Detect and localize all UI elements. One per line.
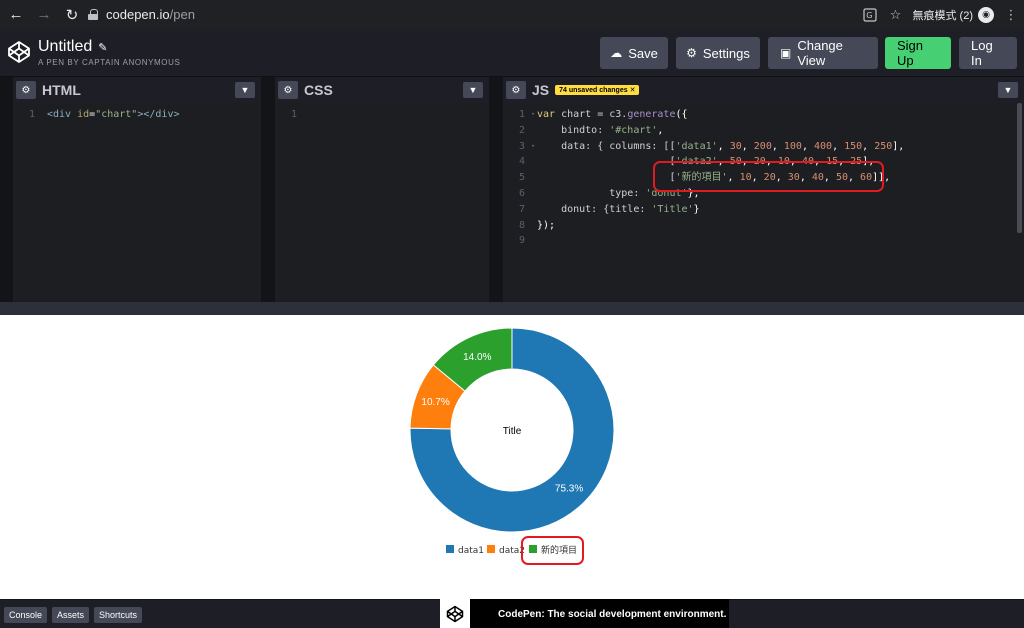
- legend-label-0: data1: [458, 546, 484, 556]
- legend-swatch-0: [446, 545, 454, 553]
- html-chevron-down-icon[interactable]: ▼: [235, 82, 255, 98]
- preview-pane: 75.3% 10.7% 14.0% Title data1 data2 新的項目: [0, 315, 1024, 599]
- css-pane-header: ⚙ CSS ▼: [275, 77, 489, 103]
- pen-title-text: Untitled: [38, 38, 93, 55]
- translate-icon[interactable]: G: [857, 2, 883, 28]
- assets-button[interactable]: Assets: [52, 607, 90, 623]
- css-pane-title: CSS: [304, 82, 333, 98]
- lock-icon: [88, 9, 98, 20]
- legend-highlight-annotation: [521, 536, 584, 565]
- codepen-header: Untitled ✎ A PEN BY CAPTAIN ANONYMOUS ☁ …: [0, 29, 1024, 77]
- pen-author: A PEN BY CAPTAIN ANONYMOUS: [38, 58, 181, 67]
- incognito-label: 無痕模式 (2): [912, 9, 974, 22]
- layout-icon: ▣: [780, 46, 792, 60]
- resize-divider[interactable]: [0, 302, 1024, 315]
- cloud-icon: ☁: [610, 46, 623, 60]
- codepen-logo-icon[interactable]: [7, 40, 31, 64]
- css-settings-gear-icon[interactable]: ⚙: [278, 81, 298, 99]
- js-chevron-down-icon[interactable]: ▼: [998, 82, 1018, 98]
- donut-chart: 75.3%10.7%14.0% Title data1 data2 新的項目: [409, 327, 615, 556]
- url-path: /pen: [169, 7, 195, 22]
- css-editor-pane: ⚙ CSS ▼ 1: [275, 77, 489, 302]
- forward-arrow-icon[interactable]: →: [32, 3, 56, 27]
- pencil-icon[interactable]: ✎: [98, 41, 107, 54]
- shortcuts-button[interactable]: Shortcuts: [94, 607, 143, 623]
- legend-item-0[interactable]: data1: [446, 545, 484, 556]
- change-view-label: Change View: [797, 38, 843, 68]
- change-view-button[interactable]: ▣ Change View: [768, 37, 878, 69]
- incognito-avatar-icon: ◉: [978, 6, 994, 23]
- login-label: Log In: [971, 38, 993, 68]
- close-icon[interactable]: ✕: [630, 87, 636, 94]
- settings-button-label: Settings: [702, 45, 750, 61]
- save-button-label: Save: [628, 45, 658, 61]
- svg-text:G: G: [866, 11, 872, 20]
- code-highlight-annotation: [653, 161, 884, 192]
- browser-toolbar: ← → ↻ codepen.io/pen G ☆ 無痕模式 (2) ◉ ⋮: [0, 0, 1024, 29]
- back-arrow-icon[interactable]: ←: [4, 3, 28, 27]
- gear-icon: ⚙: [686, 46, 697, 60]
- css-code[interactable]: 1: [275, 107, 489, 123]
- codepen-promo[interactable]: CodePen: The social development environm…: [440, 599, 729, 628]
- js-pane-title: JS: [532, 82, 550, 98]
- pen-title[interactable]: Untitled ✎: [38, 38, 107, 56]
- save-button[interactable]: ☁ Save: [600, 37, 668, 69]
- incognito-indicator[interactable]: 無痕模式 (2) ◉: [912, 6, 994, 23]
- promo-text: CodePen: The social development environm…: [498, 608, 727, 620]
- signup-button[interactable]: Sign Up: [885, 37, 951, 69]
- login-button[interactable]: Log In: [959, 37, 1017, 69]
- url-host: codepen.io: [106, 7, 170, 22]
- unsaved-changes-badge[interactable]: 74 unsaved changes ✕: [555, 85, 640, 95]
- html-editor-pane: ⚙ HTML ▼ 1 <div id = "chart" ></div>: [13, 77, 261, 302]
- kebab-menu-icon[interactable]: ⋮: [998, 2, 1024, 28]
- js-pane-header: ⚙ JS 74 unsaved changes ✕ ▼: [503, 77, 1024, 103]
- html-code[interactable]: 1 <div id = "chart" ></div>: [13, 107, 261, 123]
- editor-area: ⚙ HTML ▼ 1 <div id = "chart" ></div> ⚙ CSS ▼…: [0, 77, 1024, 302]
- codepen-promo-logo-icon: [440, 599, 470, 628]
- html-pane-title: HTML: [42, 82, 81, 98]
- signup-label: Sign Up: [897, 38, 924, 68]
- donut-title: Title: [503, 426, 522, 437]
- html-pane-header: ⚙ HTML ▼: [13, 77, 261, 103]
- console-button[interactable]: Console: [4, 607, 48, 623]
- address-bar[interactable]: codepen.io/pen: [80, 3, 850, 26]
- footer-bar: Console Assets Shortcuts CodePen: The so…: [0, 599, 1024, 628]
- css-chevron-down-icon[interactable]: ▼: [463, 82, 483, 98]
- js-settings-gear-icon[interactable]: ⚙: [506, 81, 526, 99]
- donut-slice-label-2: 14.0%: [463, 352, 491, 363]
- settings-button[interactable]: ⚙ Settings: [676, 37, 760, 69]
- bookmark-star-icon[interactable]: ☆: [883, 2, 909, 28]
- donut-slice-label-0: 75.3%: [555, 484, 583, 495]
- js-scrollbar[interactable]: [1017, 103, 1022, 233]
- donut-slice-label-1: 10.7%: [421, 397, 449, 408]
- legend-item-1[interactable]: data2: [487, 545, 525, 556]
- html-settings-gear-icon[interactable]: ⚙: [16, 81, 36, 99]
- legend-swatch-1: [487, 545, 495, 553]
